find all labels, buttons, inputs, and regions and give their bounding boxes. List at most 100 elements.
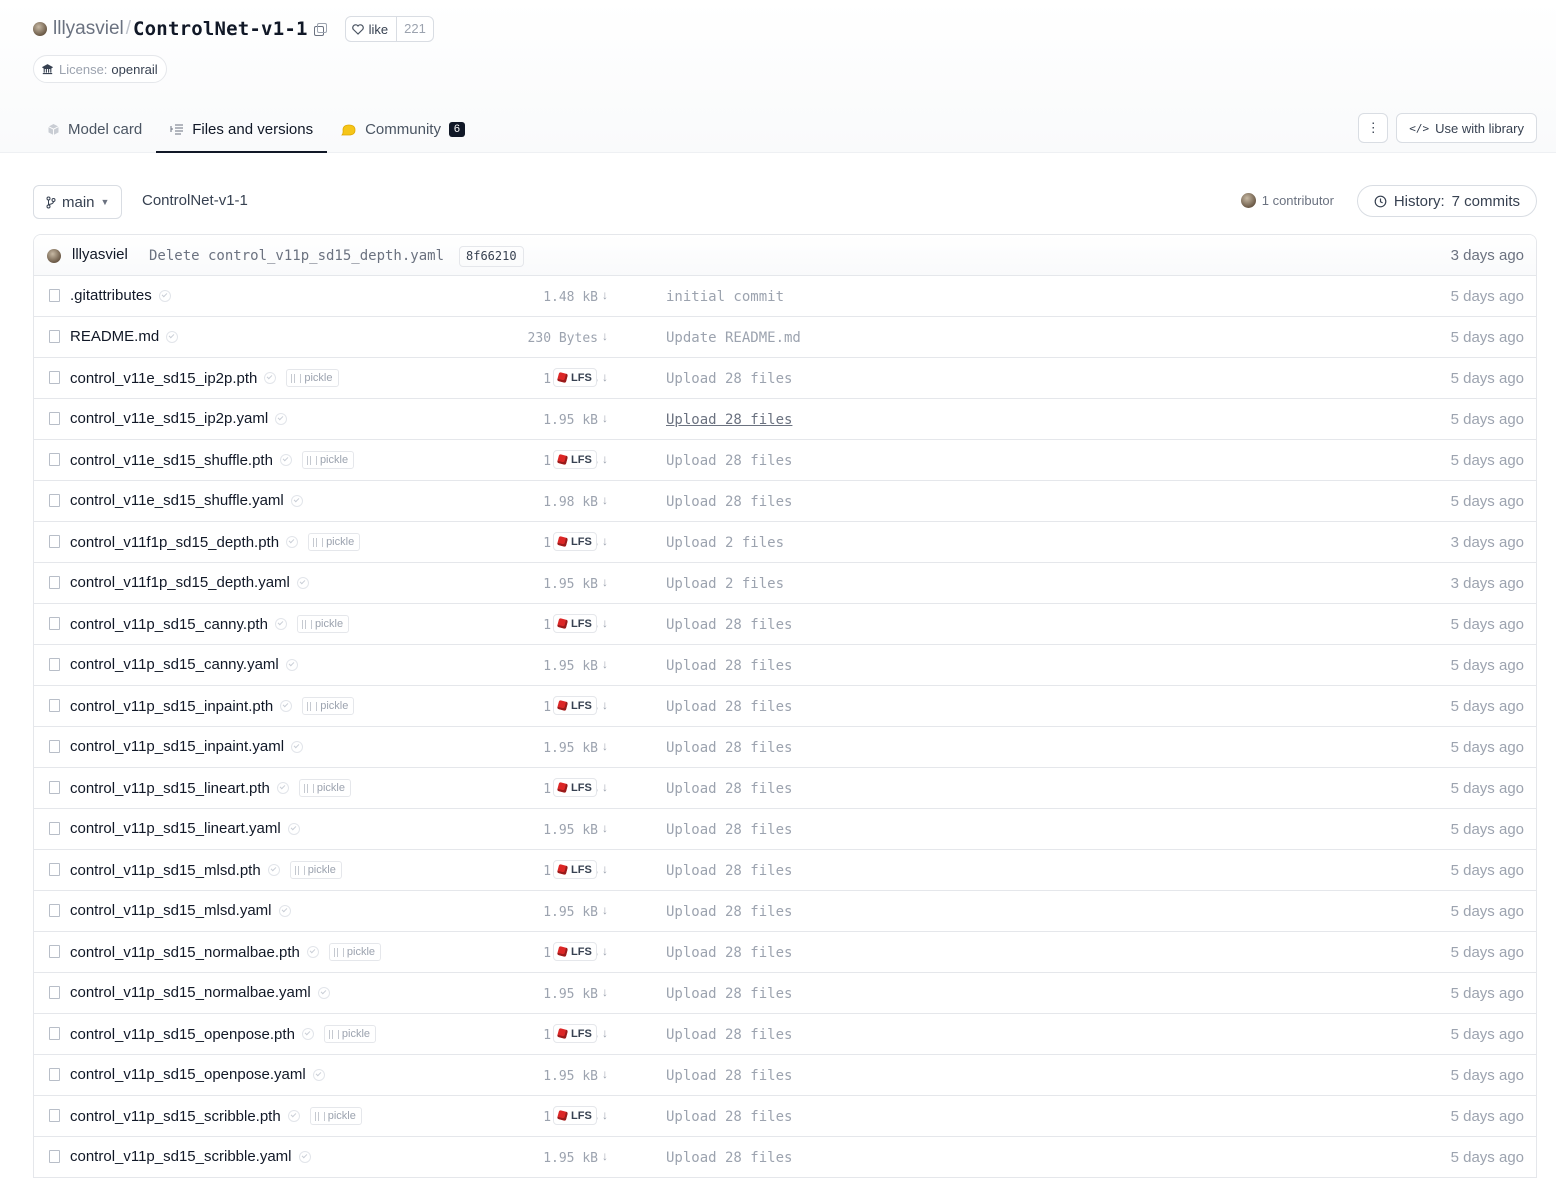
file-name-link[interactable]: README.md xyxy=(70,328,159,345)
pickle-tag[interactable]: pickle xyxy=(298,779,351,797)
file-commit-message[interactable]: initial commit xyxy=(666,289,784,305)
download-icon[interactable]: ↓ xyxy=(602,493,608,507)
file-name-link[interactable]: .gitattributes xyxy=(70,287,152,304)
file-row[interactable]: control_v11p_sd15_openpose.pthpickle1.45… xyxy=(34,1014,1536,1055)
file-row[interactable]: control_v11f1p_sd15_depth.yaml 1.95 kB ↓ Up… xyxy=(34,563,1536,604)
file-name-link[interactable]: control_v11p_sd15_openpose.yaml xyxy=(70,1066,306,1083)
like-button[interactable]: like 221 xyxy=(344,16,434,42)
file-row[interactable]: README.md 230 Bytes ↓ Update README.md 5 day… xyxy=(34,317,1536,358)
file-name-link[interactable]: control_v11e_sd15_ip2p.yaml xyxy=(70,410,268,427)
download-icon[interactable]: ↓ xyxy=(602,370,608,384)
commit-author-avatar[interactable] xyxy=(47,249,61,263)
file-commit-message[interactable]: Upload 2 files xyxy=(666,535,784,551)
license-tag[interactable]: License: openrail xyxy=(33,55,167,83)
more-options-button[interactable]: ⋮ xyxy=(1358,113,1389,143)
file-row[interactable]: control_v11f1p_sd15_depth.pthpickle1.45 … xyxy=(34,522,1536,563)
pickle-tag[interactable]: pickle xyxy=(309,1107,362,1125)
file-commit-message[interactable]: Upload 28 files xyxy=(666,945,792,961)
copy-icon[interactable] xyxy=(313,22,327,36)
file-name-link[interactable]: control_v11p_sd15_openpose.pth xyxy=(70,1026,295,1043)
tab-community[interactable]: Community 6 xyxy=(327,107,479,151)
file-name-link[interactable]: control_v11p_sd15_normalbae.yaml xyxy=(70,984,311,1001)
owner-avatar[interactable] xyxy=(33,22,47,36)
file-name-link[interactable]: control_v11p_sd15_lineart.yaml xyxy=(70,820,281,837)
download-icon[interactable]: ↓ xyxy=(602,1108,608,1122)
file-commit-message[interactable]: Upload 28 files xyxy=(666,1150,792,1166)
pickle-tag[interactable]: pickle xyxy=(328,943,382,961)
file-row[interactable]: control_v11p_sd15_canny.pthpickle1.45 GB… xyxy=(34,604,1536,645)
pickle-tag[interactable]: pickle xyxy=(308,533,361,551)
download-icon[interactable]: ↓ xyxy=(602,903,608,917)
file-row[interactable]: control_v11p_sd15_normalbae.pthpickle1.4… xyxy=(34,932,1536,973)
pickle-tag[interactable]: pickle xyxy=(289,861,342,879)
download-icon[interactable]: ↓ xyxy=(602,411,608,425)
contributors-link[interactable]: 1 contributor xyxy=(1240,193,1334,208)
download-icon[interactable]: ↓ xyxy=(602,1149,608,1163)
file-row[interactable]: control_v11p_sd15_inpaint.yaml 1.95 kB ↓ Up… xyxy=(34,727,1536,768)
file-name-link[interactable]: control_v11f1p_sd15_depth.yaml xyxy=(70,574,290,591)
download-icon[interactable]: ↓ xyxy=(602,1026,608,1040)
file-name-link[interactable]: control_v11p_sd15_canny.pth xyxy=(70,616,268,633)
file-row[interactable]: control_v11p_sd15_mlsd.pthpickle1.45 GBL… xyxy=(34,850,1536,891)
download-icon[interactable]: ↓ xyxy=(602,575,608,589)
lfs-badge[interactable]: LFS xyxy=(553,1106,597,1125)
file-commit-message[interactable]: Upload 28 files xyxy=(666,453,792,469)
file-name-link[interactable]: control_v11p_sd15_inpaint.pth xyxy=(70,698,273,715)
file-commit-message[interactable]: Upload 28 files xyxy=(666,494,792,510)
file-commit-message[interactable]: Upload 28 files xyxy=(666,822,792,838)
file-name-link[interactable]: control_v11f1p_sd15_depth.pth xyxy=(70,534,279,551)
file-commit-message[interactable]: Upload 28 files xyxy=(666,1068,792,1084)
commit-hash[interactable]: 8f66210 xyxy=(459,246,524,267)
file-commit-message[interactable]: Upload 28 files xyxy=(666,658,792,674)
file-name-link[interactable]: control_v11p_sd15_lineart.pth xyxy=(70,780,270,797)
download-icon[interactable]: ↓ xyxy=(602,821,608,835)
download-icon[interactable]: ↓ xyxy=(602,985,608,999)
file-row[interactable]: control_v11e_sd15_ip2p.pthpickle1.45 GBL… xyxy=(34,358,1536,399)
use-with-library-button[interactable]: </> Use with library xyxy=(1396,113,1537,143)
repo-owner-link[interactable]: lllyasviel xyxy=(53,18,124,40)
file-commit-message[interactable]: Upload 28 files xyxy=(666,371,792,387)
download-icon[interactable]: ↓ xyxy=(602,534,608,548)
download-icon[interactable]: ↓ xyxy=(602,452,608,466)
file-name-link[interactable]: control_v11e_sd15_ip2p.pth xyxy=(70,370,257,387)
file-commit-message[interactable]: Upload 28 files xyxy=(666,1109,792,1125)
file-row[interactable]: control_v11p_sd15_openpose.yaml 1.95 kB ↓ U… xyxy=(34,1055,1536,1096)
file-commit-message[interactable]: Upload 28 files xyxy=(666,617,792,633)
commit-author[interactable]: lllyasviel xyxy=(72,246,128,263)
breadcrumb[interactable]: ControlNet-v1-1 xyxy=(142,192,248,209)
repo-name-link[interactable]: ControlNet-v1-1 xyxy=(133,18,308,40)
lfs-badge[interactable]: LFS xyxy=(553,450,597,469)
lfs-badge[interactable]: LFS xyxy=(553,532,597,551)
file-commit-message[interactable]: Upload 28 files xyxy=(666,904,792,920)
tab-model-card[interactable]: Model card xyxy=(33,107,156,151)
file-commit-message[interactable]: Upload 28 files xyxy=(666,781,792,797)
file-row[interactable]: .gitattributes 1.48 kB ↓ initial commit 5 da… xyxy=(34,276,1536,317)
download-icon[interactable]: ↓ xyxy=(602,288,608,302)
file-commit-message[interactable]: Upload 2 files xyxy=(666,576,784,592)
download-icon[interactable]: ↓ xyxy=(602,862,608,876)
download-icon[interactable]: ↓ xyxy=(602,1067,608,1081)
file-name-link[interactable]: control_v11p_sd15_mlsd.pth xyxy=(70,862,261,879)
file-row[interactable]: control_v11p_sd15_canny.yaml 1.95 kB ↓ Uplo… xyxy=(34,645,1536,686)
download-icon[interactable]: ↓ xyxy=(602,698,608,712)
lfs-badge[interactable]: LFS xyxy=(553,696,597,715)
file-row[interactable]: control_v11e_sd15_shuffle.yaml 1.98 kB ↓ Up… xyxy=(34,481,1536,522)
tab-files-and-versions[interactable]: Files and versions xyxy=(156,107,328,153)
pickle-tag[interactable]: pickle xyxy=(286,369,339,387)
file-commit-message[interactable]: Upload 28 files xyxy=(666,699,792,715)
file-name-link[interactable]: control_v11p_sd15_scribble.pth xyxy=(70,1108,281,1125)
file-name-link[interactable]: control_v11p_sd15_canny.yaml xyxy=(70,656,279,673)
lfs-badge[interactable]: LFS xyxy=(553,860,597,879)
download-icon[interactable]: ↓ xyxy=(602,780,608,794)
pickle-tag[interactable]: pickle xyxy=(302,697,355,715)
download-icon[interactable]: ↓ xyxy=(602,739,608,753)
file-commit-message[interactable]: Upload 28 files xyxy=(666,986,792,1002)
pickle-tag[interactable]: pickle xyxy=(301,451,355,469)
download-icon[interactable]: ↓ xyxy=(602,329,608,343)
lfs-badge[interactable]: LFS xyxy=(553,368,597,387)
file-row[interactable]: control_v11p_sd15_scribble.pthpickle1.45… xyxy=(34,1096,1536,1137)
download-icon[interactable]: ↓ xyxy=(602,616,608,630)
file-name-link[interactable]: control_v11p_sd15_inpaint.yaml xyxy=(70,738,284,755)
commit-message[interactable]: Delete control_v11p_sd15_depth.yaml xyxy=(149,248,444,264)
download-icon[interactable]: ↓ xyxy=(602,944,608,958)
